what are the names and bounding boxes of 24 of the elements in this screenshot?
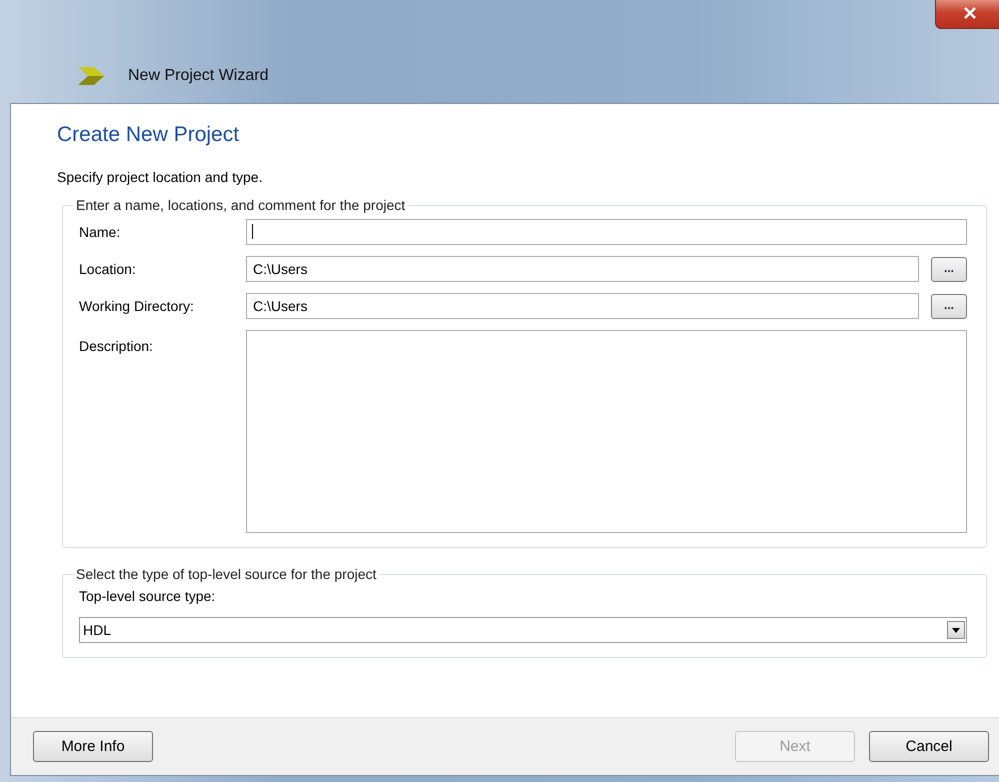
name-field[interactable] [246, 219, 967, 245]
dropdown-arrow-icon [952, 628, 960, 632]
close-icon [963, 6, 977, 18]
dialog-button[interactable]: Cancel [869, 731, 989, 762]
window-title: New Project Wizard [128, 67, 268, 85]
group-legend: Select the type of top-level source for the project [73, 566, 380, 582]
description-field[interactable] [246, 330, 967, 533]
dialog-button[interactable]: More Info [33, 731, 153, 762]
text-cursor [252, 224, 253, 239]
browse-button[interactable]: ... [931, 256, 967, 282]
page-heading: Create New Project [57, 123, 240, 147]
field-label: Top-level source type: [79, 588, 216, 604]
field-label: Location: [79, 261, 137, 277]
browse-button[interactable]: ... [931, 294, 967, 318]
field-label: Name: [79, 224, 122, 240]
instruction-text: Specify project location and type. [57, 169, 264, 185]
field-label: Description: [79, 338, 154, 354]
close-button[interactable] [935, 0, 999, 29]
group-legend: Enter a name, locations, and comment for the project [73, 197, 408, 213]
source-type-dropdown[interactable]: HDL [79, 617, 967, 643]
path-field[interactable]: C:\Users [246, 256, 919, 282]
path-field[interactable]: C:\Users [246, 293, 919, 319]
field-label: Working Directory: [79, 298, 195, 314]
chevron-logo-icon [78, 67, 104, 85]
